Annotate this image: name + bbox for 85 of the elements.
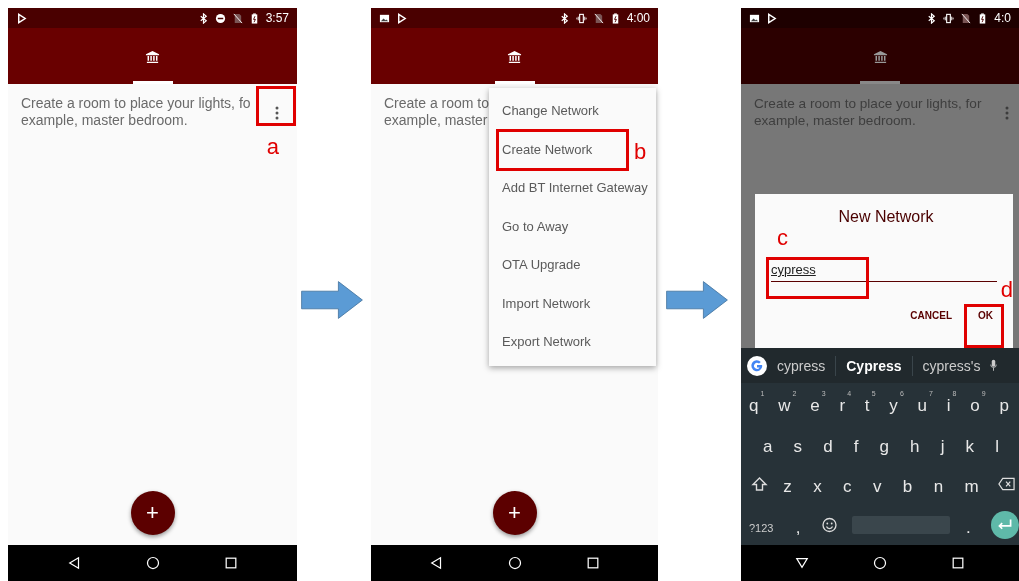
keyboard-key[interactable]: h [908, 430, 926, 457]
highlight-frame [256, 86, 296, 126]
shift-icon[interactable] [751, 476, 768, 493]
suggestion[interactable]: cypress [775, 357, 828, 374]
keyboard-key[interactable]: x [811, 471, 828, 498]
menu-item[interactable]: OTA Upgrade [489, 246, 587, 285]
no-sim-icon [592, 12, 604, 24]
menu-item[interactable]: Change Network [489, 92, 605, 131]
menu-item[interactable]: Add BT Internet Gateway [489, 169, 654, 208]
keyboard-key[interactable]: , [793, 511, 807, 538]
keyboard-key[interactable]: d [821, 430, 839, 457]
description-text: Create a room to place your lights, for [754, 95, 982, 112]
image-icon [749, 12, 760, 24]
image-icon [379, 12, 390, 24]
recent-apps-icon[interactable] [951, 556, 965, 570]
home-icon[interactable] [507, 556, 522, 570]
keyboard-key[interactable]: k [963, 430, 981, 457]
more-vertical-icon [275, 106, 279, 120]
cancel-button[interactable]: CANCEL [908, 306, 954, 325]
tab-indicator [494, 81, 535, 84]
back-icon[interactable] [67, 556, 82, 570]
keyboard-key[interactable]: b [900, 471, 919, 498]
tab-indicator [132, 81, 173, 84]
back-icon[interactable] [429, 556, 444, 570]
menu-item[interactable]: Create Network [489, 130, 599, 169]
network-name-field[interactable]: cypress [771, 260, 997, 282]
recent-apps-icon[interactable] [223, 556, 238, 570]
bank-icon[interactable] [145, 49, 160, 64]
keyboard-key[interactable]: m [962, 471, 985, 498]
add-button[interactable]: + [130, 491, 175, 535]
suggestion[interactable]: Cypress [844, 357, 904, 374]
keyboard-key[interactable]: p [997, 390, 1015, 417]
backspace-icon[interactable] [998, 476, 1015, 493]
clock-time: 4:00 [626, 11, 650, 25]
keyboard-key[interactable]: c [841, 471, 858, 498]
home-icon[interactable] [873, 556, 887, 570]
keyboard-key[interactable]: g [877, 430, 895, 457]
g-logo-icon[interactable] [747, 355, 767, 376]
description-text: Create a room to [384, 95, 490, 112]
play-icon [396, 12, 407, 24]
bluetooth-icon [197, 12, 209, 24]
menu-item[interactable]: Export Network [489, 323, 597, 362]
no-sim-icon [960, 12, 972, 24]
highlight-frame [964, 304, 1004, 348]
play-icon [766, 12, 777, 24]
emoji-icon[interactable] [820, 516, 838, 533]
description-text: example, master bedroom. [21, 112, 188, 129]
clock-time: 4:0 [994, 11, 1011, 25]
callout-label: b [634, 140, 647, 163]
enter-button[interactable] [990, 510, 1019, 539]
callout-label: c [777, 227, 788, 249]
recent-apps-icon[interactable] [585, 556, 600, 570]
tab-indicator [860, 81, 900, 84]
keyboard-key[interactable]: s [791, 430, 809, 457]
keyboard-key[interactable]: a [761, 430, 779, 457]
more-vertical-icon [1005, 106, 1009, 120]
menu-item[interactable]: Import Network [489, 284, 597, 323]
description-text: example, master bedroom. [754, 112, 916, 129]
symbols-key[interactable]: ?123 [747, 511, 780, 538]
description-text: Create a room to place your lights, fo [21, 95, 251, 112]
microphone-icon[interactable] [990, 359, 998, 372]
bluetooth-icon [926, 12, 938, 24]
no-sim-icon [231, 12, 243, 24]
hide-keyboard-icon[interactable] [795, 556, 809, 570]
clock-time: 3:57 [265, 11, 289, 25]
keyboard-key[interactable]: f [851, 430, 865, 457]
keyboard-key[interactable]: . [964, 511, 977, 538]
keyboard-key[interactable]: j [938, 430, 951, 457]
bluetooth-icon [558, 12, 570, 24]
home-icon[interactable] [145, 556, 160, 570]
bank-icon[interactable] [872, 49, 888, 64]
keyboard-key[interactable]: v [870, 471, 888, 498]
keyboard-key[interactable]: l [993, 430, 1005, 457]
keyboard-key[interactable]: z [781, 471, 798, 498]
description-text: example, master [384, 112, 488, 129]
callout-label: d [1000, 279, 1013, 301]
menu-item[interactable]: Go to Away [489, 207, 575, 246]
add-button[interactable]: + [492, 491, 537, 535]
bank-icon[interactable] [507, 49, 522, 64]
ok-button[interactable]: OK [976, 306, 995, 325]
suggestion[interactable]: cypress's [920, 357, 983, 374]
callout-label: a [266, 136, 279, 158]
dialog-title: New Network [837, 208, 935, 226]
keyboard-key[interactable]: n [931, 471, 950, 498]
play-icon [16, 12, 27, 24]
